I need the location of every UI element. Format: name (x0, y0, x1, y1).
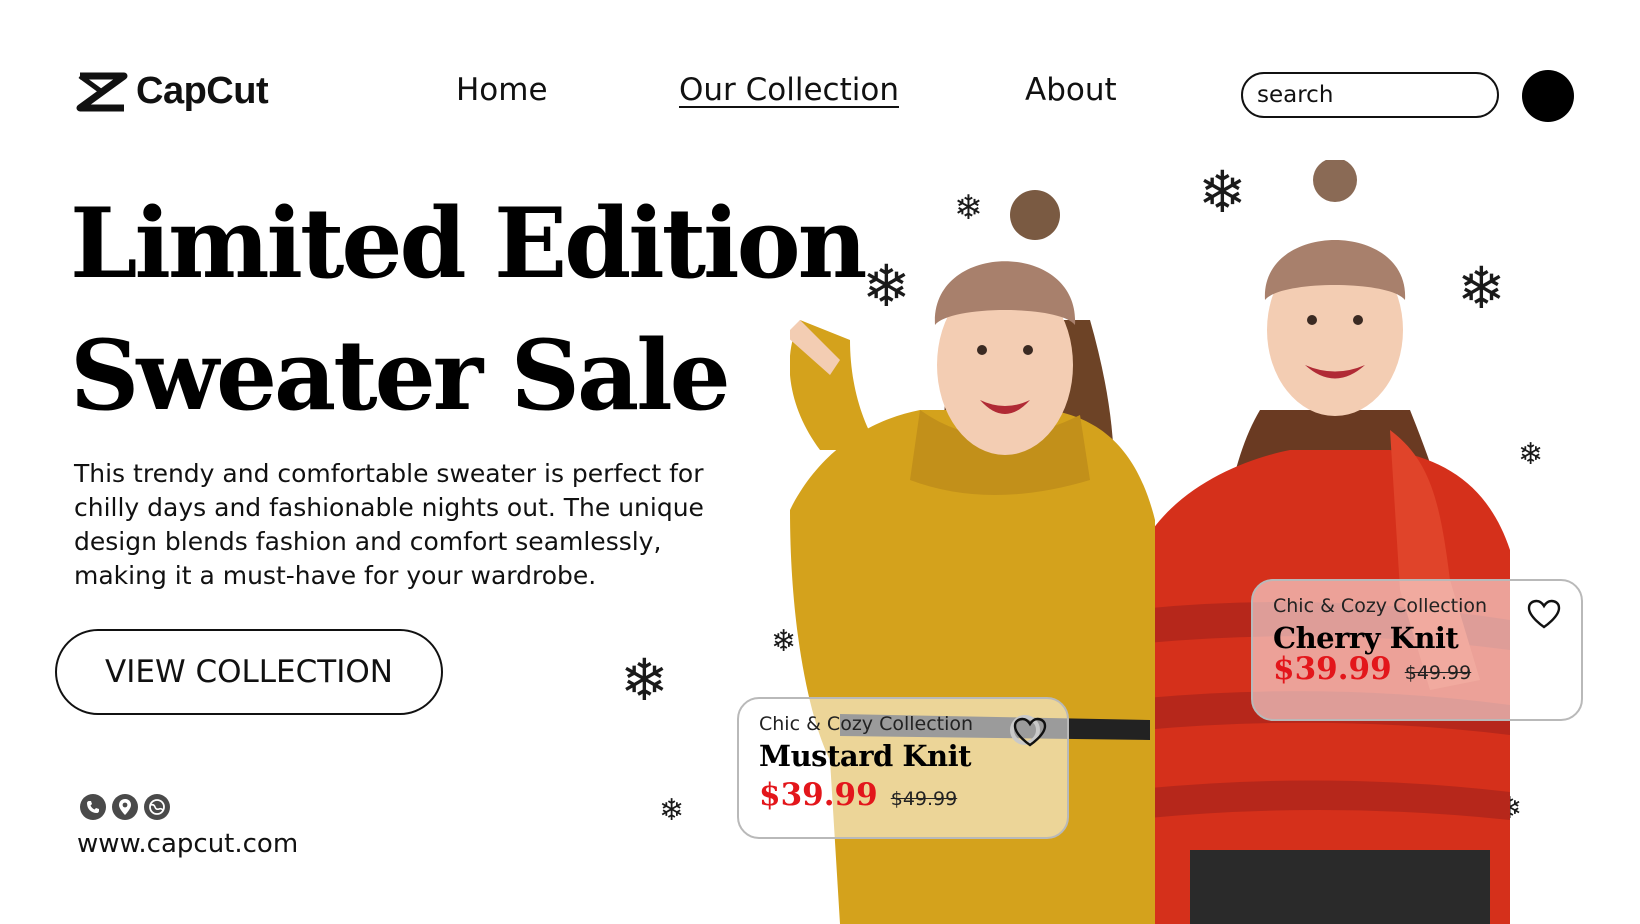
headline-line-1: Limited Edition (70, 187, 867, 300)
product-price: $39.99 (759, 777, 878, 813)
snowflake-icon: ❄ (659, 793, 685, 828)
view-collection-button[interactable]: VIEW COLLECTION (55, 629, 443, 715)
heart-icon[interactable] (1013, 717, 1047, 747)
product-name: Mustard Knit (759, 739, 972, 773)
globe-icon[interactable] (144, 794, 170, 820)
brand-logo[interactable]: CapCut (76, 70, 269, 113)
nav-about[interactable]: About (1025, 72, 1117, 108)
product-collection: Chic & Cozy Collection (1273, 595, 1488, 617)
product-old-price: $49.99 (890, 788, 958, 810)
product-old-price: $49.99 (1404, 662, 1472, 684)
product-card-mustard-knit[interactable]: Chic & Cozy Collection Mustard Knit $39.… (737, 697, 1069, 839)
phone-icon[interactable] (80, 794, 106, 820)
capcut-logo-icon (76, 72, 128, 111)
product-card-cherry-knit[interactable]: Chic & Cozy Collection Cherry Knit $39.9… (1251, 579, 1583, 721)
snowflake-icon: ❄ (620, 646, 669, 714)
nav-home[interactable]: Home (456, 72, 548, 108)
brand-name: CapCut (136, 70, 269, 112)
product-name: Cherry Knit (1273, 621, 1459, 655)
location-pin-icon[interactable] (112, 794, 138, 820)
product-price: $39.99 (1273, 651, 1392, 687)
website-url[interactable]: www.capcut.com (77, 829, 298, 859)
hero-description: This trendy and comfortable sweater is p… (74, 459, 704, 590)
headline-line-2: Sweater Sale (70, 319, 731, 432)
model-red-sweater (1120, 160, 1510, 924)
avatar[interactable] (1522, 70, 1574, 122)
contact-icons (80, 794, 170, 820)
view-collection-label: VIEW COLLECTION (105, 654, 393, 690)
product-collection: Chic & Cozy Collection (759, 713, 974, 735)
heart-icon[interactable] (1527, 599, 1561, 629)
search-input[interactable] (1241, 72, 1499, 118)
nav-our-collection[interactable]: Our Collection (679, 72, 899, 108)
